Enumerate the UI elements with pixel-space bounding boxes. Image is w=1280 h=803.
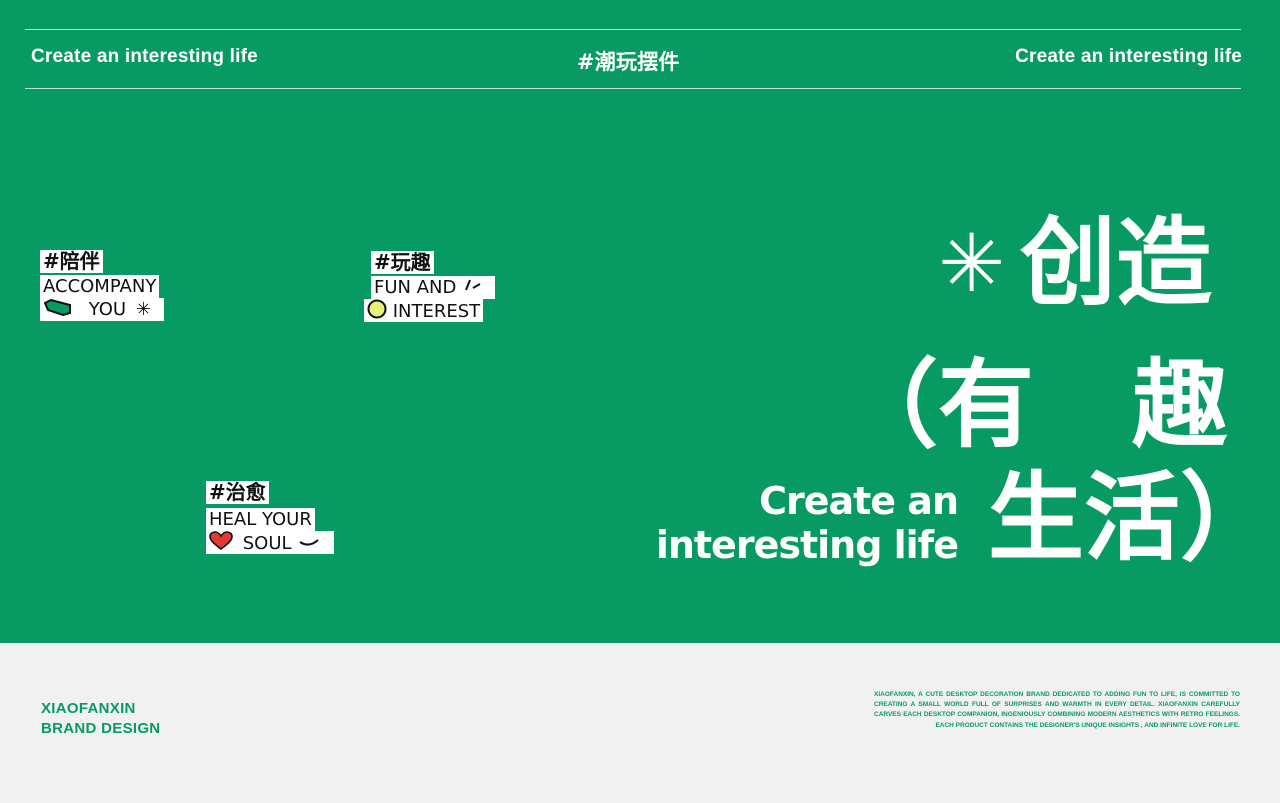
- top-divider: [25, 29, 1241, 30]
- sticker-tag: #玩趣: [371, 251, 434, 274]
- sticker-line2: SOUL: [242, 533, 292, 554]
- sticker-line1: ACCOMPANY: [40, 275, 160, 298]
- brand-description: XIAOFANXIN, A CUTE DESKTOP DECORATION BR…: [874, 691, 1240, 729]
- hero-line1: 创造: [1020, 207, 1212, 319]
- sticker-line1-row: FUN AND: [371, 276, 495, 299]
- sticker-line2-row: INTEREST: [364, 299, 484, 325]
- hero-line3: 生活）: [988, 462, 1276, 574]
- hero-asterisk-icon: ✳: [938, 217, 1006, 310]
- header-right-text: Create an interesting life: [1015, 46, 1242, 67]
- hero-en-line1: Create an: [759, 479, 959, 523]
- hero-line2a: （有: [842, 349, 1034, 461]
- asterisk-icon: ✳: [135, 299, 151, 320]
- sticker-tag: #陪伴: [40, 250, 103, 273]
- smile-curve-icon: [297, 533, 321, 556]
- header-divider: [25, 88, 1241, 89]
- spark-lines-icon: [462, 276, 484, 300]
- red-heart-icon: [209, 531, 233, 557]
- hero-line2b: 趣: [1132, 349, 1228, 461]
- brand-subtitle: BRAND DESIGN: [41, 720, 161, 737]
- hero-en-line2: interesting life: [655, 523, 959, 567]
- sticker-line1: HEAL YOUR: [206, 508, 315, 531]
- green-hexagon-icon: [43, 298, 73, 322]
- sticker-line2: YOU: [88, 299, 127, 320]
- yellow-circle-icon: [367, 299, 387, 325]
- brand-block: XIAOFANXIN BRAND DESIGN: [41, 699, 160, 739]
- sticker-line2-row: YOU ✳: [40, 298, 164, 321]
- header-center-tag: #潮玩摆件: [577, 50, 680, 74]
- sticker-tag: #治愈: [206, 481, 269, 504]
- sticker-line2-row: SOUL: [206, 531, 334, 554]
- sticker-line1: FUN AND: [374, 277, 457, 298]
- header-left-text: Create an interesting life: [31, 46, 258, 67]
- brand-name: XIAOFANXIN: [41, 700, 136, 717]
- sticker-line2: INTEREST: [392, 301, 481, 322]
